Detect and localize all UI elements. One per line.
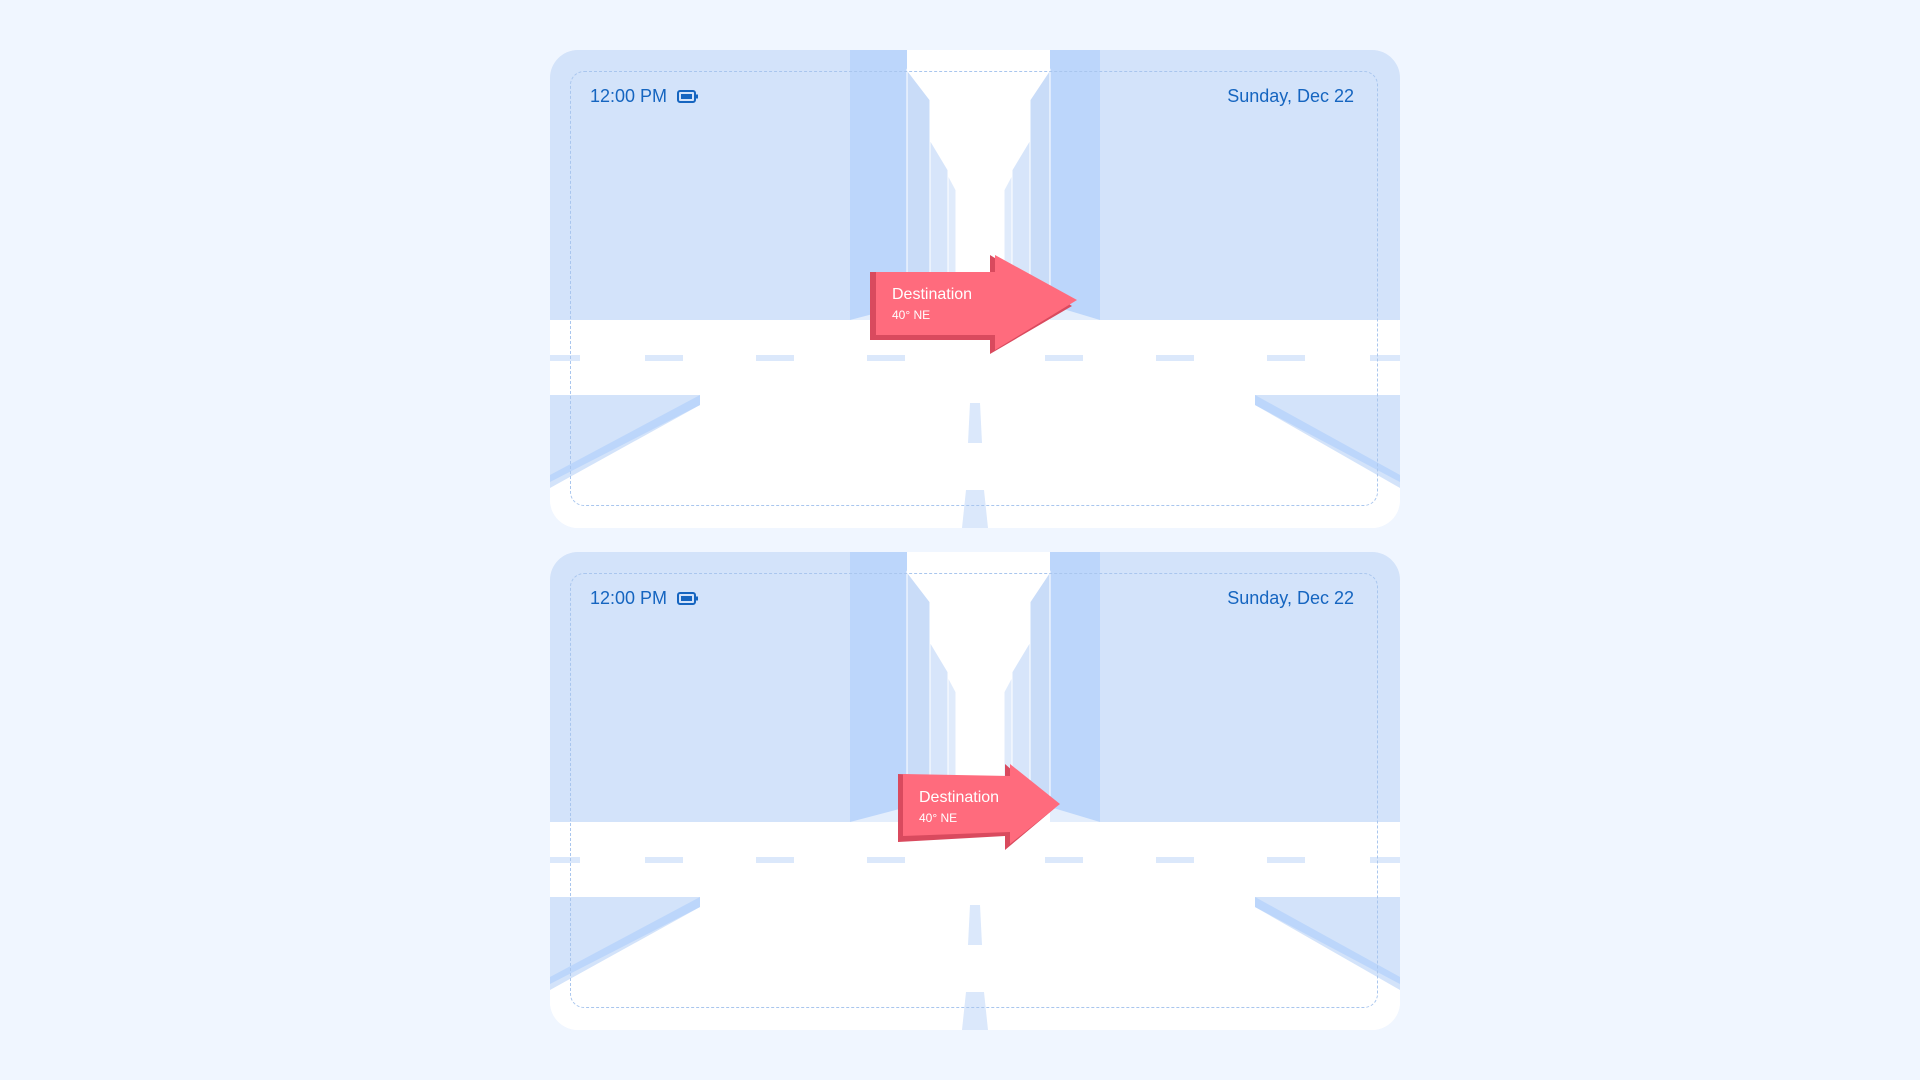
battery-icon xyxy=(677,90,699,103)
ar-navigation-view-2: 12:00 PM Sunday, Dec 22 Destination 40° … xyxy=(550,552,1400,1030)
sign-label: Destination 40° NE xyxy=(892,286,972,322)
clock-time: 12:00 PM xyxy=(590,588,668,608)
sign-subtitle: 40° NE xyxy=(892,308,931,322)
hud-frame xyxy=(570,71,1378,506)
status-time-group: 12:00 PM xyxy=(590,588,699,609)
clock-time: 12:00 PM xyxy=(590,86,668,106)
sign-subtitle: 40° NE xyxy=(919,811,958,825)
status-time-group: 12:00 PM xyxy=(590,86,699,107)
sign-label: Destination 40° NE xyxy=(919,789,999,825)
ar-navigation-view-1: 12:00 PM Sunday, Dec 22 Destination 40° … xyxy=(550,50,1400,528)
status-date: Sunday, Dec 22 xyxy=(1227,588,1354,608)
sign-title: Destination xyxy=(919,789,1000,806)
battery-icon xyxy=(677,592,699,605)
status-date: Sunday, Dec 22 xyxy=(1227,86,1354,106)
sign-title: Destination xyxy=(892,286,973,303)
